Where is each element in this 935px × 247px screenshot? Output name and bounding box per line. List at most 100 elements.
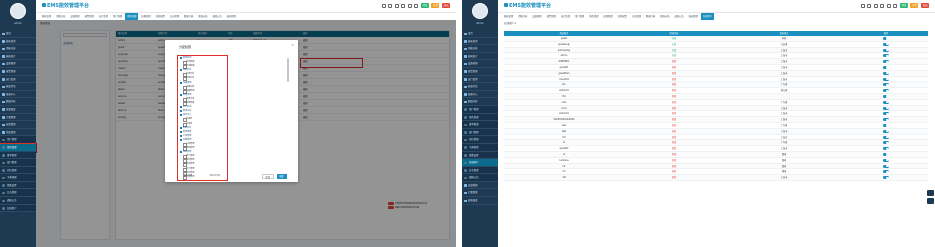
select-all-toggle[interactable]: 全选/全不选 <box>207 174 223 179</box>
tab-item[interactable]: 报警管理 <box>545 13 558 20</box>
toggle-switch[interactable] <box>883 37 889 40</box>
expand-toggle[interactable]: 展开/折叠 <box>181 174 195 179</box>
fullscreen-icon[interactable] <box>401 3 406 8</box>
toggle-switch[interactable] <box>883 170 889 174</box>
status-toggle-cell[interactable] <box>844 117 928 122</box>
sidebar-item[interactable]: 报表中心 <box>0 91 36 99</box>
sidebar-item[interactable]: 首页 <box>0 30 36 38</box>
sidebar-item[interactable]: 部门管理 <box>0 159 36 167</box>
search-icon[interactable] <box>381 3 386 8</box>
confirm-button[interactable]: 确定 <box>277 174 287 179</box>
toggle-switch[interactable] <box>883 106 889 110</box>
status-toggle-cell[interactable] <box>844 175 928 180</box>
toggle-switch[interactable] <box>883 71 889 75</box>
lock-icon[interactable] <box>407 3 412 8</box>
refresh-icon[interactable] <box>388 3 393 8</box>
search-icon[interactable] <box>860 3 865 8</box>
tab-item[interactable]: 系统配置 <box>154 13 167 20</box>
sidebar-item[interactable]: 角色管理 <box>0 143 37 152</box>
tab-item[interactable]: 设备管理 <box>68 13 81 20</box>
lock-icon[interactable] <box>886 3 891 8</box>
status-toggle-cell[interactable] <box>844 53 928 58</box>
tab-item[interactable]: 能源价格 <box>196 13 209 20</box>
sidebar-item[interactable]: 日志管理 <box>462 166 498 175</box>
sidebar-item[interactable]: 岗位管理 <box>0 166 36 175</box>
toggle-switch[interactable] <box>883 141 889 145</box>
toggle-switch[interactable] <box>883 158 889 162</box>
bell-icon[interactable] <box>414 3 419 8</box>
toggle-switch[interactable] <box>883 60 889 64</box>
sidebar-item[interactable]: 通知公告 <box>462 174 498 182</box>
sidebar-item[interactable]: 岗位管理 <box>462 136 498 144</box>
close-icon[interactable]: × <box>291 43 294 47</box>
top-badge[interactable]: 告警 <box>431 3 440 8</box>
status-toggle-cell[interactable] <box>844 65 928 70</box>
cancel-button[interactable]: 取消 <box>262 174 274 179</box>
tab-item[interactable]: 运行监测 <box>97 13 110 20</box>
sidebar-item[interactable]: 用户管理 <box>462 105 498 114</box>
sidebar-item[interactable]: 角色管理 <box>462 113 498 122</box>
toggle-switch[interactable] <box>883 112 889 116</box>
sidebar-item[interactable]: 用能分析 <box>462 45 498 53</box>
refresh-icon[interactable] <box>867 3 872 8</box>
status-toggle-cell[interactable] <box>844 111 928 116</box>
status-toggle-cell[interactable] <box>844 106 928 111</box>
toggle-switch[interactable] <box>883 42 889 46</box>
tab-item[interactable]: 数据字典 <box>182 13 195 20</box>
sidebar-item[interactable]: 通知公告 <box>0 197 36 205</box>
sidebar-item[interactable]: 在线用户 <box>0 204 36 213</box>
status-toggle-cell[interactable] <box>844 94 928 99</box>
tab-item[interactable]: 系统配置 <box>616 13 629 20</box>
status-toggle-cell[interactable] <box>844 129 928 134</box>
settings-icon[interactable] <box>873 3 878 8</box>
avatar[interactable] <box>472 3 488 19</box>
sidebar-item[interactable]: 菜单管理 <box>462 121 498 129</box>
top-badge[interactable]: 消息 <box>420 3 429 8</box>
sidebar-item[interactable]: 能耗监测 <box>0 38 36 46</box>
status-toggle-cell[interactable] <box>844 71 928 76</box>
toggle-switch[interactable] <box>883 135 889 139</box>
tab-item[interactable]: 用户管理 <box>111 13 124 20</box>
sidebar-item[interactable]: 运行监测 <box>462 76 498 84</box>
status-toggle-cell[interactable] <box>844 88 928 93</box>
toggle-switch[interactable] <box>883 129 889 133</box>
top-badge[interactable]: 告警 <box>910 3 919 8</box>
toggle-switch[interactable] <box>883 100 889 104</box>
tab-item[interactable]: 角色管理 <box>125 13 139 20</box>
sidebar-item[interactable]: 报警管理 <box>0 68 36 76</box>
sidebar-item[interactable]: 部门管理 <box>462 128 498 137</box>
sidebar-item[interactable]: 能源调度 <box>462 197 498 205</box>
tab-item[interactable]: 通知公告 <box>672 13 685 20</box>
tab-item[interactable]: 角色管理 <box>587 13 600 20</box>
sidebar-item[interactable]: 设备管理 <box>462 60 498 68</box>
status-toggle-cell[interactable] <box>844 123 928 128</box>
tab-item[interactable]: 设备管理 <box>530 13 543 20</box>
tab-item[interactable]: 日志管理 <box>168 13 181 20</box>
tab-item[interactable]: 能耗监测 <box>40 13 53 20</box>
sidebar-item[interactable]: 运维管理 <box>462 182 498 190</box>
tab-item[interactable]: 用户管理 <box>573 13 586 20</box>
status-toggle-cell[interactable] <box>844 36 928 41</box>
sidebar-item[interactable]: 运行监测 <box>0 76 36 84</box>
settings-icon[interactable] <box>394 3 399 8</box>
tab-item[interactable]: 权限管理 <box>139 13 152 20</box>
status-toggle-cell[interactable] <box>844 140 928 145</box>
status-toggle-cell[interactable] <box>844 164 928 169</box>
top-badge[interactable]: 退出 <box>920 3 929 8</box>
toggle-switch[interactable] <box>883 89 889 93</box>
toggle-switch[interactable] <box>883 152 889 156</box>
sidebar-item[interactable]: 报表中心 <box>462 91 498 99</box>
toggle-switch[interactable] <box>883 65 889 69</box>
tab-item[interactable]: 日志管理 <box>630 13 643 20</box>
toggle-switch[interactable] <box>883 147 889 151</box>
sidebar-item[interactable]: 计量管理 <box>462 189 498 198</box>
modal-scrollbar[interactable] <box>287 58 289 82</box>
toggle-switch[interactable] <box>883 94 889 98</box>
toggle-switch[interactable] <box>883 123 889 127</box>
status-toggle-cell[interactable] <box>844 42 928 47</box>
toggle-switch[interactable] <box>883 83 889 87</box>
tab-item[interactable]: 数据字典 <box>644 13 657 20</box>
status-toggle-cell[interactable] <box>844 100 928 105</box>
sidebar-item[interactable]: 菜单管理 <box>0 151 36 160</box>
tab-item[interactable]: 能源价格 <box>658 13 671 20</box>
